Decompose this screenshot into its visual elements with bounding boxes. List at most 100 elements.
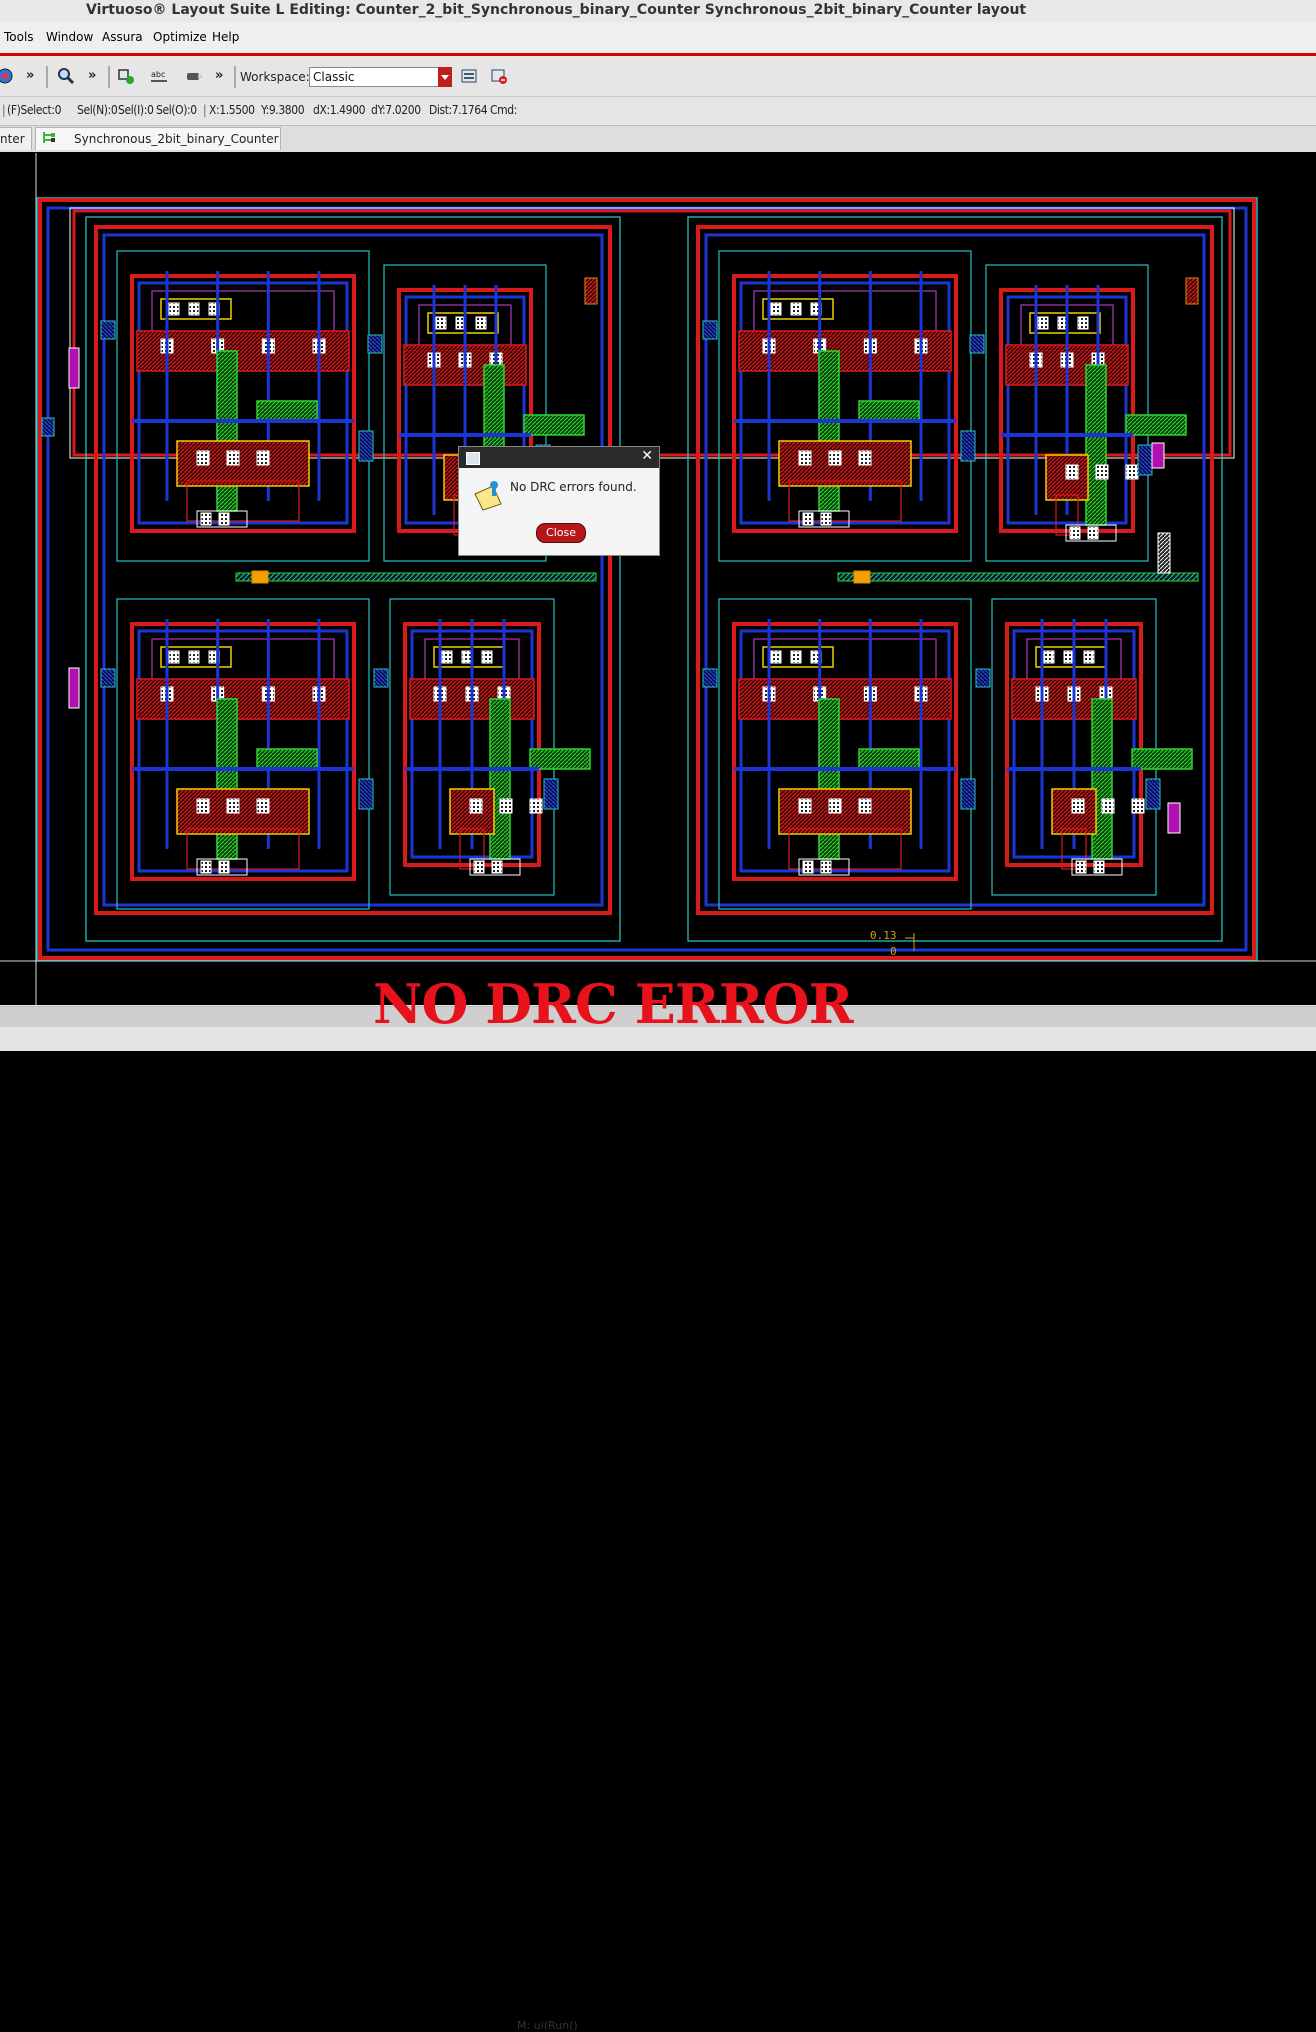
- contact-cut: [218, 512, 230, 526]
- menu-assura[interactable]: Assura: [102, 30, 143, 44]
- via-pad: [960, 778, 976, 810]
- ruler-label: 0.13: [870, 929, 897, 942]
- contact-cut: [475, 316, 487, 330]
- via-pad: [100, 668, 116, 688]
- nwell-region: [116, 598, 370, 910]
- poly-ring: [732, 274, 958, 533]
- active-strip: [1125, 414, 1187, 436]
- poly-ring: [732, 622, 958, 881]
- toolbar-overflow-icon[interactable]: »: [88, 68, 96, 83]
- contact-cut: [1077, 316, 1089, 330]
- layout-drawing[interactable]: [0, 153, 1316, 1005]
- contact-cut: [529, 798, 543, 814]
- toolbar-separator: [108, 66, 110, 88]
- contact-cut: [790, 302, 802, 316]
- tab-bar: nter Synchronous_2bit_binary_Counter: [0, 126, 1316, 152]
- pin-pad: [68, 347, 80, 389]
- toolbar-overflow-icon[interactable]: »: [26, 68, 34, 83]
- contact-cut: [770, 302, 782, 316]
- workspace-save-icon[interactable]: [460, 67, 478, 85]
- menu-window[interactable]: Window: [46, 30, 93, 44]
- via-pad: [41, 417, 55, 437]
- contact-cut: [218, 860, 230, 874]
- contact-cut: [1131, 798, 1145, 814]
- contact-cut: [196, 450, 210, 466]
- contact-cut: [200, 860, 212, 874]
- design-icon[interactable]: [0, 67, 14, 85]
- toolbar-separator: [234, 66, 236, 88]
- contact-cut: [1065, 464, 1079, 480]
- svg-text:abc: abc: [151, 70, 165, 79]
- label-icon[interactable]: abc: [150, 67, 168, 85]
- active-strip: [818, 698, 840, 860]
- workspace-select[interactable]: Classic: [309, 67, 452, 87]
- contact-cut: [168, 302, 180, 316]
- pin-pad: [1167, 802, 1181, 834]
- active-strip: [858, 400, 920, 422]
- drc-result-dialog: ✕ No DRC errors found. Close: [458, 446, 660, 556]
- active-strip: [523, 414, 585, 436]
- contact-cut: [256, 798, 270, 814]
- layout-canvas[interactable]: 0.13 0: [0, 153, 1316, 1005]
- nwell-region: [718, 250, 972, 562]
- via-pad: [373, 668, 389, 688]
- contact-cut: [441, 650, 453, 664]
- status-select: (F)Select:0: [7, 103, 62, 117]
- pin-pad: [68, 667, 80, 709]
- contact-cut: [798, 450, 812, 466]
- status-line: | (F)Select:0 Sel(N):0 Sel(I):0 Sel(O):0…: [0, 97, 1316, 126]
- dialog-message: No DRC errors found.: [510, 480, 637, 494]
- menu-help[interactable]: Help: [212, 30, 239, 44]
- close-button[interactable]: Close: [536, 523, 586, 543]
- via-pad: [975, 668, 991, 688]
- contact-cut: [802, 512, 814, 526]
- active-strip: [216, 698, 238, 860]
- active-strip: [256, 748, 318, 770]
- status-cmd: Cmd:: [490, 103, 517, 117]
- contact-cut: [828, 798, 842, 814]
- active-strip: [1091, 698, 1113, 860]
- workspace-value: Classic: [313, 70, 355, 84]
- toolbar-overflow-icon[interactable]: »: [215, 68, 223, 83]
- close-icon[interactable]: ✕: [641, 448, 653, 464]
- status-dy: dY:7.0200: [371, 103, 421, 117]
- contact-cut: [473, 860, 485, 874]
- active-strip: [858, 748, 920, 770]
- poly-ring: [130, 274, 356, 533]
- contact-cut: [1101, 798, 1115, 814]
- mouse-hint: M: ui(Run(): [517, 2019, 578, 2032]
- workspace-delete-icon[interactable]: [490, 67, 508, 85]
- status-sel-i: Sel(I):0: [118, 103, 154, 117]
- probe-icon[interactable]: [185, 67, 203, 85]
- active-strip: [1131, 748, 1193, 770]
- pin-pad: [853, 570, 871, 584]
- contact-cut: [1087, 526, 1099, 540]
- contact-cut: [1093, 860, 1105, 874]
- tab-synchronous-layout[interactable]: Synchronous_2bit_binary_Counter: [35, 127, 281, 150]
- pin-pad: [584, 277, 598, 305]
- active-strip: [1085, 364, 1107, 526]
- chevron-down-icon[interactable]: [438, 67, 452, 87]
- pin-pad: [1185, 277, 1199, 305]
- via-pad: [702, 668, 718, 688]
- contact-cut: [1095, 464, 1109, 480]
- create-icon[interactable]: [117, 67, 135, 85]
- via-pad: [358, 778, 374, 810]
- toolbar-separator: [46, 66, 48, 88]
- via-pad: [358, 430, 374, 462]
- zoom-icon[interactable]: [57, 67, 75, 85]
- contact-cut: [820, 860, 832, 874]
- active-strip: [216, 350, 238, 512]
- contact-cut: [802, 860, 814, 874]
- contact-cut: [1083, 650, 1095, 664]
- status-x: X:1.5500: [209, 103, 255, 117]
- dialog-title-bar[interactable]: ✕: [459, 447, 659, 468]
- tab-counter[interactable]: nter: [0, 127, 32, 150]
- contact-cut: [770, 650, 782, 664]
- menu-optimize[interactable]: Optimize: [153, 30, 207, 44]
- contact-cut: [256, 450, 270, 466]
- window-title: Virtuoso® Layout Suite L Editing: Counte…: [86, 2, 1027, 18]
- active-strip: [818, 350, 840, 512]
- menu-tools[interactable]: Tools: [4, 30, 34, 44]
- contact-cut: [200, 512, 212, 526]
